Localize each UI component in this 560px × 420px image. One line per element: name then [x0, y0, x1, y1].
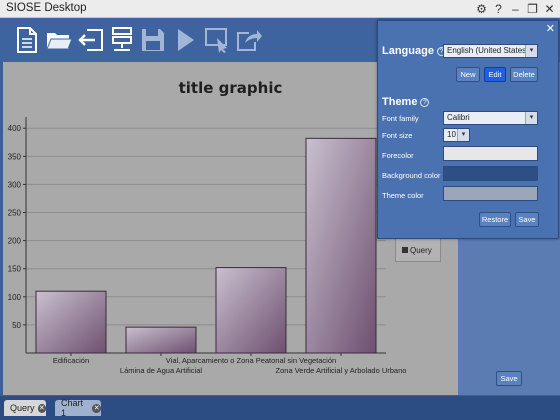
chevron-down-icon: ▾ — [525, 45, 537, 57]
new-document-icon[interactable] — [12, 24, 42, 56]
legend-label: Query — [410, 245, 432, 255]
tab-label: Query — [10, 403, 35, 413]
theme-title: Theme — [382, 96, 418, 108]
language-select[interactable]: English (United States) ▾ — [443, 44, 538, 58]
language-section-title: Language? — [382, 45, 446, 57]
chart-legend: Query — [395, 238, 441, 262]
tab-close-icon[interactable]: ✕ — [92, 403, 101, 413]
tab-query[interactable]: Query ✕ — [4, 400, 46, 416]
dialog-close-icon[interactable]: ✕ — [546, 22, 555, 35]
tab-label: Chart 1 — [61, 398, 84, 418]
restore-icon[interactable]: ❐ — [524, 2, 541, 16]
background-color-swatch[interactable] — [443, 166, 538, 181]
gear-icon[interactable]: ⚙ — [473, 2, 490, 16]
bar[interactable] — [215, 267, 287, 354]
language-new-button[interactable]: New — [456, 67, 480, 82]
forecolor-label: Forecolor — [382, 151, 414, 160]
y-tick-label: 100 — [8, 293, 22, 302]
run-icon[interactable] — [170, 24, 200, 56]
theme-section-title: Theme? — [382, 96, 430, 108]
language-edit-button[interactable]: Edit — [484, 67, 506, 82]
window-title: SIOSE Desktop — [6, 2, 87, 14]
font-size-label: Font size — [382, 131, 413, 140]
language-delete-button[interactable]: Delete — [510, 67, 538, 82]
server-icon[interactable] — [107, 24, 137, 56]
y-tick-label: 350 — [8, 152, 22, 161]
language-title: Language — [382, 45, 434, 57]
font-size-select[interactable]: 10 ▾ — [443, 128, 470, 142]
panel-save-button[interactable]: Save — [496, 371, 522, 386]
forecolor-swatch[interactable] — [443, 146, 538, 161]
export-icon[interactable] — [234, 24, 264, 56]
x-tick-label: Vial, Aparcamiento o Zona Peatonal sin V… — [166, 356, 336, 365]
y-tick-label: 300 — [8, 180, 22, 189]
close-icon[interactable]: ✕ — [541, 2, 558, 16]
tab-close-icon[interactable]: ✕ — [37, 403, 46, 413]
settings-dialog: ✕ Language? English (United States) ▾ Ne… — [377, 20, 559, 239]
bar[interactable] — [305, 137, 377, 354]
tab-bar: Query ✕ Chart 1 ✕ — [0, 396, 560, 420]
theme-save-button[interactable]: Save — [515, 212, 539, 227]
language-value: English (United States) — [447, 46, 529, 55]
bar[interactable] — [35, 290, 107, 354]
chevron-down-icon: ▾ — [457, 129, 469, 141]
tab-chart-1[interactable]: Chart 1 ✕ — [55, 398, 101, 418]
legend-swatch — [402, 247, 408, 253]
font-family-label: Font family — [382, 114, 419, 123]
theme-color-swatch[interactable] — [443, 186, 538, 201]
y-tick-label: 50 — [12, 321, 21, 330]
import-icon[interactable] — [76, 24, 106, 56]
x-tick-label: Edificación — [53, 356, 89, 365]
y-tick-label: 200 — [8, 237, 22, 246]
background-color-label: Background color — [382, 171, 441, 180]
theme-restore-button[interactable]: Restore — [479, 212, 511, 227]
theme-color-label: Theme color — [382, 191, 424, 200]
bar[interactable] — [125, 326, 197, 354]
y-tick-label: 250 — [8, 209, 22, 218]
open-folder-icon[interactable] — [44, 24, 74, 56]
x-tick-label: Lámina de Agua Artificial — [120, 366, 202, 375]
save-icon[interactable] — [138, 24, 168, 56]
font-family-value: Calibri — [447, 113, 470, 122]
chevron-down-icon: ▾ — [525, 112, 537, 124]
title-bar: SIOSE Desktop ⚙ ? – ❐ ✕ — [0, 0, 560, 18]
y-tick-label: 150 — [8, 265, 22, 274]
select-area-icon[interactable] — [202, 24, 232, 56]
x-tick-label: Zona Verde Artificial y Arbolado Urbano — [276, 366, 407, 375]
help-icon[interactable]: ? — [490, 2, 507, 16]
help-icon[interactable]: ? — [420, 98, 430, 107]
font-size-value: 10 — [447, 130, 456, 139]
y-tick-label: 400 — [8, 124, 22, 133]
font-family-select[interactable]: Calibri ▾ — [443, 111, 538, 125]
minimize-icon[interactable]: – — [507, 2, 524, 16]
